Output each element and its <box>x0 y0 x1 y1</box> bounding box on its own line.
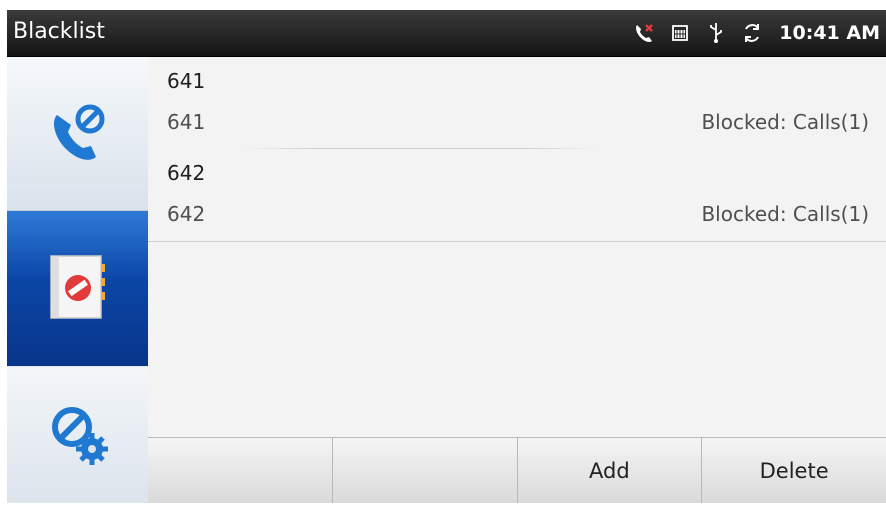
status-icons: 10:41 AM <box>633 10 880 56</box>
blocked-contacts-book-icon <box>41 250 115 328</box>
missed-call-icon <box>633 22 655 44</box>
entry-name: 642 <box>167 161 206 185</box>
entry-number: 642 <box>167 202 206 226</box>
add-button[interactable]: Add <box>517 438 703 503</box>
sidebar-item-blocked-contacts[interactable] <box>7 211 148 366</box>
delete-button[interactable]: Delete <box>702 438 886 503</box>
usb-icon <box>705 22 727 44</box>
blocked-call-icon <box>43 97 113 171</box>
blacklist-list: 641 641 Blocked: Calls(1) 642 642 Blocke… <box>148 57 886 437</box>
sidebar-item-blocked-calls[interactable] <box>7 57 148 211</box>
sidebar <box>7 57 148 503</box>
entry-number: 641 <box>167 110 206 134</box>
sync-icon <box>741 22 763 44</box>
list-item[interactable]: 642 642 Blocked: Calls(1) <box>148 149 886 242</box>
list-item[interactable]: 641 641 Blocked: Calls(1) <box>148 57 886 149</box>
entry-block-status: Blocked: Calls(1) <box>701 202 869 226</box>
entry-name: 641 <box>167 69 206 93</box>
softkey-bar: Add Delete <box>148 437 886 503</box>
softkey-2[interactable] <box>332 438 518 503</box>
calendar-icon <box>669 22 691 44</box>
softkey-1[interactable] <box>148 438 333 503</box>
phone-screen: Blacklist 10:41 AM 641 641 Blocked: Call… <box>7 10 886 503</box>
entry-block-status: Blocked: Calls(1) <box>701 110 869 134</box>
clock: 10:41 AM <box>779 22 880 44</box>
status-bar: Blacklist 10:41 AM <box>7 10 886 57</box>
sidebar-item-block-settings[interactable] <box>7 367 148 503</box>
app-title: Blacklist <box>13 19 105 44</box>
block-settings-icon <box>42 397 114 473</box>
